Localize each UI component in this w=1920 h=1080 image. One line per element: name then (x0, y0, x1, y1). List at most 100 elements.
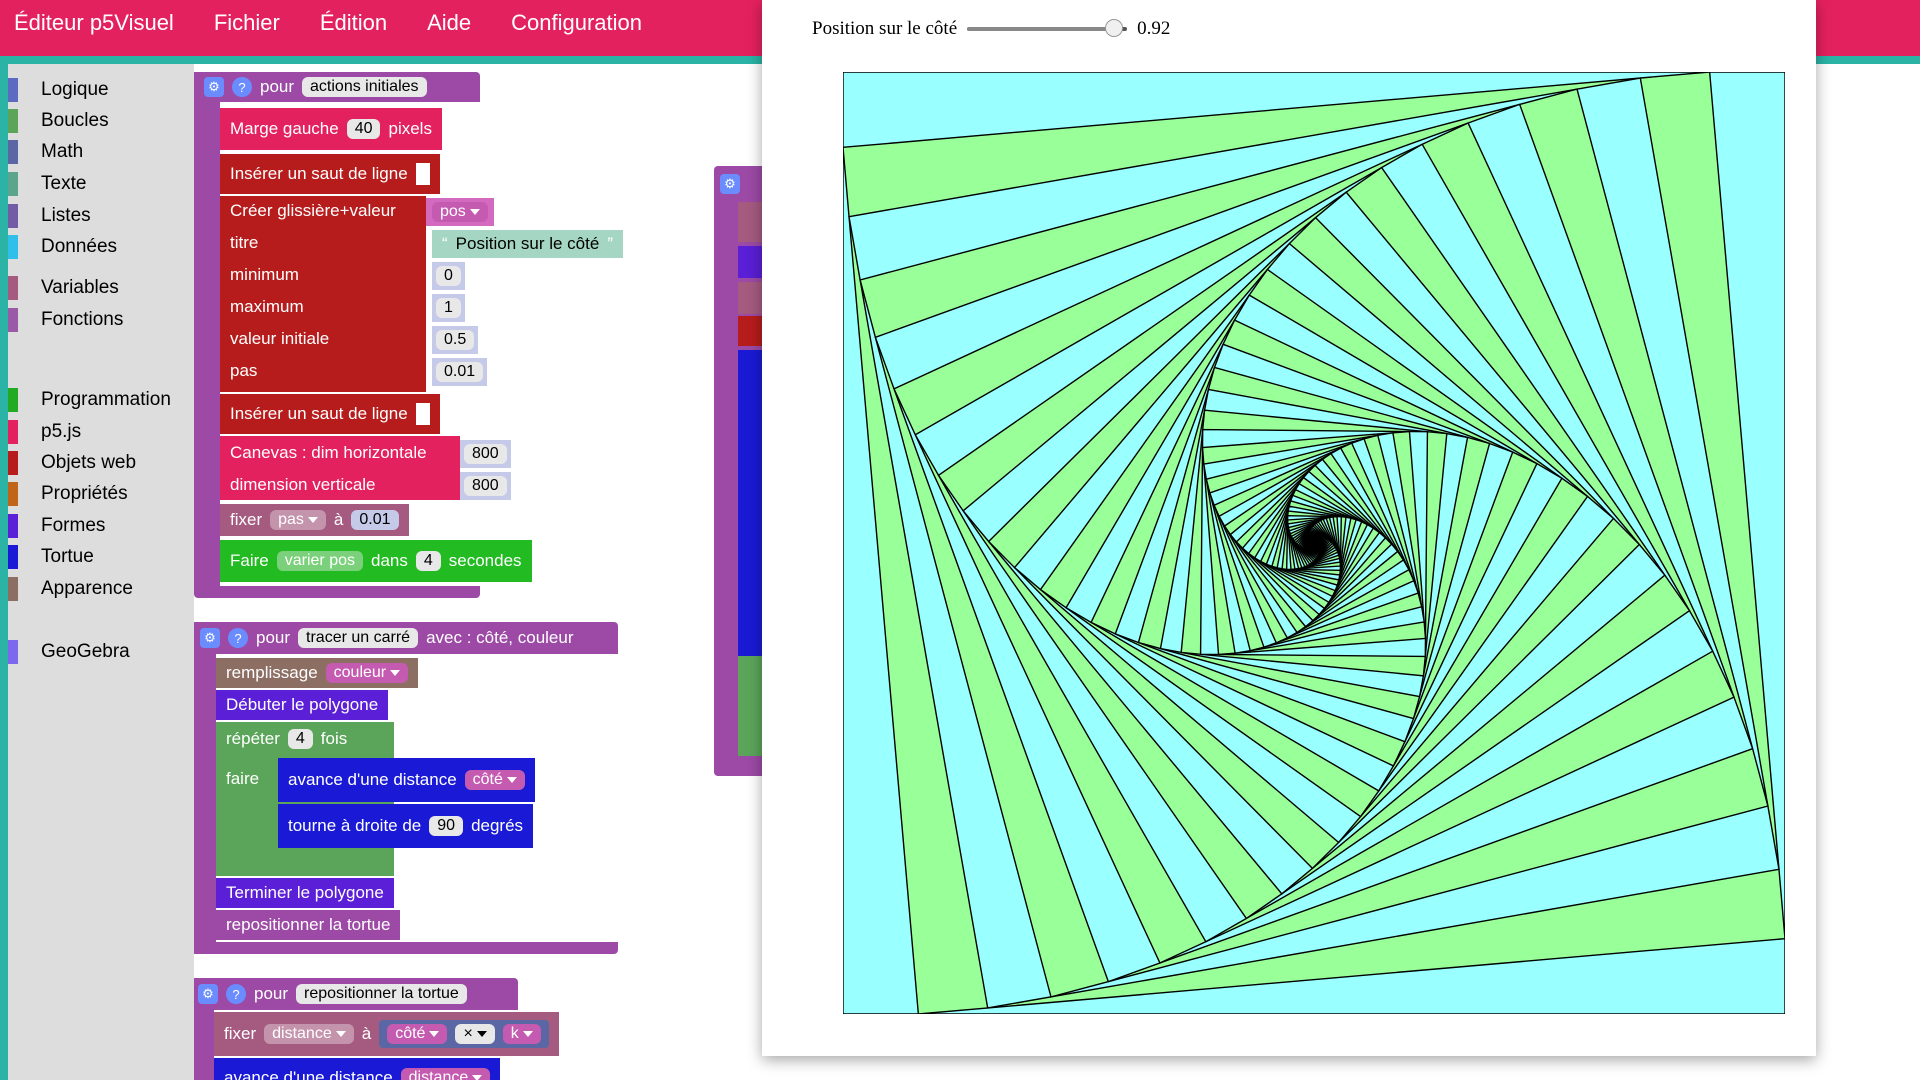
category-label: Listes (41, 205, 91, 226)
chevron-down-icon (390, 670, 401, 676)
help-icon[interactable]: ? (226, 984, 246, 1004)
gear-icon[interactable]: ⚙ (204, 77, 224, 97)
faire-func[interactable]: varier pos (276, 551, 363, 571)
creer-glissiere-block[interactable]: Créer glissière+valeur titre minimum max… (220, 196, 426, 392)
avance-distance-block[interactable]: avance d'une distance distance (214, 1058, 501, 1080)
category-swatch (8, 482, 18, 506)
category-swatch (8, 235, 18, 259)
gear-icon[interactable]: ⚙ (200, 628, 220, 648)
saut-block-1[interactable]: Insérer un saut de ligne (220, 154, 440, 194)
menu-fichier[interactable]: Fichier (214, 10, 280, 36)
spiral-square (1312, 541, 1316, 545)
dimv-value[interactable]: 800 (464, 476, 507, 496)
p5-canvas[interactable] (843, 72, 1785, 1014)
distance-dropdown[interactable]: distance (264, 1024, 354, 1044)
toolbox-category-tortue[interactable]: Tortue (8, 543, 194, 571)
gear-icon[interactable]: ⚙ (198, 984, 218, 1004)
fixer-distance-block[interactable]: fixer distance à côté × k (214, 1012, 559, 1056)
category-label: Boucles (41, 110, 109, 131)
left-border (0, 64, 8, 1080)
menu-bar: Éditeur p5Visuel Fichier Édition Aide Co… (14, 10, 642, 36)
proc-actions-initiales[interactable]: ⚙ ? pour actions initiales Marge gauche … (194, 72, 623, 604)
toolbox-category-p5-js[interactable]: p5.js (8, 418, 194, 446)
cote-dropdown[interactable]: côté (464, 770, 525, 790)
category-label: Fonctions (41, 309, 124, 330)
toolbox-category-geogebra[interactable]: GeoGebra (8, 638, 194, 666)
repositionner-call[interactable]: repositionner la tortue (216, 910, 401, 940)
help-icon[interactable]: ? (232, 77, 252, 97)
remplissage-block[interactable]: remplissage couleur (216, 658, 419, 688)
category-swatch (8, 420, 18, 444)
category-swatch (8, 451, 18, 475)
proc-tracer-un-carre[interactable]: ⚙ ? pour tracer un carré avec : côté, co… (194, 622, 618, 956)
app-title[interactable]: Éditeur p5Visuel (14, 10, 174, 36)
position-slider[interactable] (967, 19, 1128, 37)
toolbox-category-apparence[interactable]: Apparence (8, 575, 194, 603)
tourne-block[interactable]: tourne à droite de 90 degrés (278, 804, 534, 848)
help-icon[interactable]: ? (228, 628, 248, 648)
terminer-block[interactable]: Terminer le polygone (216, 878, 394, 908)
category-swatch (8, 276, 18, 300)
proc-name-field[interactable]: repositionner la tortue (296, 984, 467, 1004)
category-swatch (8, 204, 18, 228)
toolbox-category-logique[interactable]: Logique (8, 76, 194, 104)
toolbox-category-boucles[interactable]: Boucles (8, 107, 194, 135)
menu-edition[interactable]: Édition (320, 10, 387, 36)
proc-repositionner-la-tortue[interactable]: ⚙ ? pour repositionner la tortue fixer d… (194, 978, 618, 1080)
toolbox-category-objets-web[interactable]: Objets web (8, 449, 194, 477)
toolbox-category-math[interactable]: Math (8, 138, 194, 166)
slider-row: Position sur le côté 0.92 (812, 18, 1170, 40)
output-panel: Position sur le côté 0.92 (762, 0, 1816, 1056)
repeter-n[interactable]: 4 (287, 729, 313, 749)
menu-aide[interactable]: Aide (427, 10, 471, 36)
canvas-h-value[interactable]: 800 (464, 444, 507, 464)
block-notch (415, 163, 430, 185)
marge-value[interactable]: 40 (346, 119, 381, 139)
category-label: Données (41, 236, 118, 257)
minimum-value[interactable]: 0 (436, 266, 461, 286)
fixer-value[interactable]: 0.01 (351, 510, 399, 530)
toolbox-category-programmation[interactable]: Programmation (8, 386, 194, 414)
distance-var-dropdown[interactable]: distance (400, 1068, 491, 1080)
faire-n[interactable]: 4 (415, 551, 441, 571)
category-swatch (8, 388, 18, 412)
toolbox-category-listes[interactable]: Listes (8, 202, 194, 230)
debuter-block[interactable]: Débuter le polygone (216, 690, 389, 720)
proc-name-field[interactable]: actions initiales (302, 77, 427, 97)
saut-block-2[interactable]: Insérer un saut de ligne (220, 394, 440, 434)
pas-value[interactable]: 0.01 (436, 362, 484, 382)
chevron-down-icon (472, 1075, 483, 1080)
fixer-var-dropdown[interactable]: pas (270, 510, 326, 530)
category-swatch (8, 140, 18, 164)
marge-block[interactable]: Marge gauche 40 pixels (220, 108, 442, 150)
category-label: Formes (41, 515, 106, 536)
maximum-value[interactable]: 1 (436, 298, 461, 318)
toolbox-category-donn-es[interactable]: Données (8, 233, 194, 261)
slider-knob[interactable] (1105, 19, 1124, 37)
toolbox-category-texte[interactable]: Texte (8, 170, 194, 198)
initiale-value[interactable]: 0.5 (436, 330, 475, 350)
chevron-down-icon (469, 209, 480, 215)
cote-var-dropdown[interactable]: côté (387, 1024, 448, 1044)
toolbox-category-propri-t-s[interactable]: Propriétés (8, 480, 194, 508)
tourne-value[interactable]: 90 (429, 816, 464, 836)
canevas-block[interactable]: Canevas : dim horizontale dimension vert… (220, 436, 460, 500)
chevron-down-icon (429, 1031, 440, 1037)
avance-block[interactable]: avance d'une distance côté (278, 758, 535, 802)
operator-dropdown[interactable]: × (455, 1024, 495, 1044)
gear-icon[interactable]: ⚙ (720, 174, 740, 194)
faire-block[interactable]: Faire varier pos dans 4 secondes (220, 540, 532, 582)
k-dropdown[interactable]: k (502, 1024, 541, 1044)
chevron-down-icon (506, 777, 517, 783)
couleur-dropdown[interactable]: couleur (325, 663, 409, 683)
category-swatch (8, 109, 18, 133)
titre-value[interactable]: Position sur le côté (456, 234, 600, 254)
chevron-down-icon (522, 1031, 533, 1037)
proc-name-field[interactable]: tracer un carré (298, 628, 419, 648)
toolbox-category-fonctions[interactable]: Fonctions (8, 306, 194, 334)
fixer-block[interactable]: fixer pas à 0.01 (220, 504, 409, 536)
creer-var-dropdown[interactable]: pos (432, 202, 488, 222)
toolbox-category-variables[interactable]: Variables (8, 274, 194, 302)
menu-configuration[interactable]: Configuration (511, 10, 642, 36)
toolbox-category-formes[interactable]: Formes (8, 512, 194, 540)
